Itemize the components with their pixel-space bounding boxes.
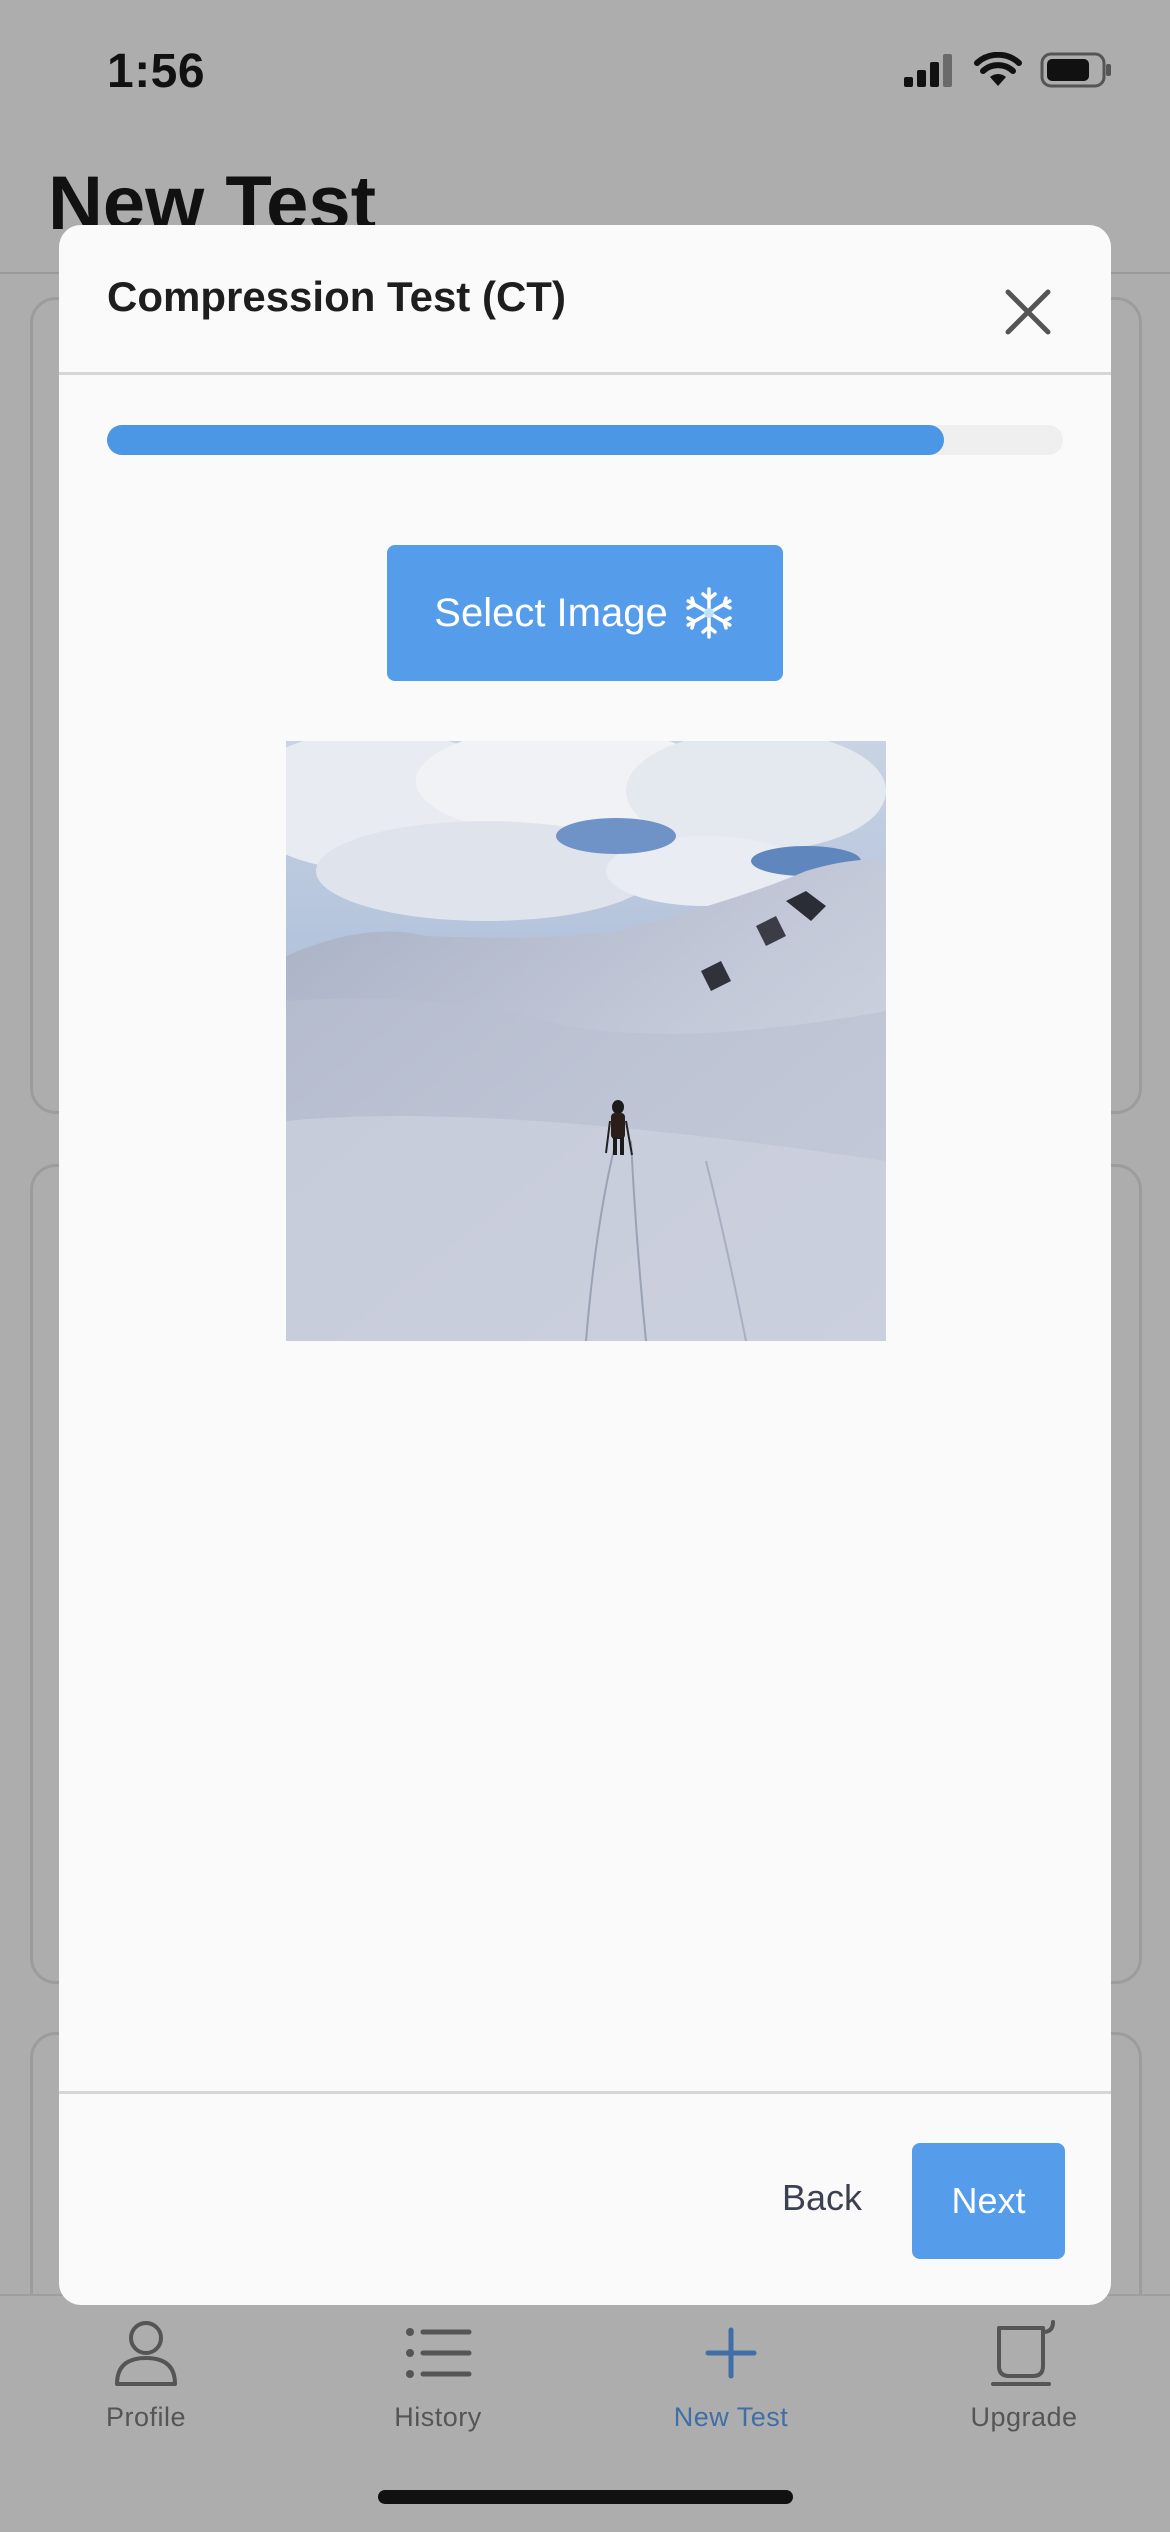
divider	[59, 2091, 1111, 2094]
next-button[interactable]: Next	[912, 2143, 1065, 2259]
signal-icon	[904, 54, 952, 87]
person-icon	[115, 2321, 177, 2386]
coffee-cup-icon	[991, 2320, 1055, 2386]
selected-image	[286, 741, 886, 1341]
back-button[interactable]: Back	[747, 2143, 897, 2253]
progress-bar	[107, 425, 1063, 455]
modal-header: Compression Test (CT)	[59, 225, 1111, 375]
tab-label: Profile	[105, 2402, 187, 2432]
tab-profile[interactable]: Profile	[26, 2318, 266, 2433]
select-image-label: Select Image	[434, 590, 668, 635]
screen: 1:56 New Test Profile History New Test U…	[0, 0, 1170, 2532]
progress-fill	[107, 425, 944, 455]
close-icon	[1005, 289, 1051, 335]
home-indicator	[378, 2490, 793, 2504]
snow-mountain-photo	[286, 741, 886, 1341]
snowflake-icon	[685, 587, 732, 639]
tab-new-test[interactable]: New Test	[611, 2318, 851, 2433]
tab-history[interactable]: History	[318, 2318, 558, 2433]
select-image-button[interactable]: Select Image	[387, 545, 783, 681]
wifi-icon	[974, 52, 1022, 86]
tab-label: New Test	[673, 2402, 789, 2432]
battery-icon	[1040, 52, 1111, 88]
modal-title: Compression Test (CT)	[107, 273, 566, 320]
status-bar: 1:56	[0, 0, 1170, 150]
list-icon	[406, 2328, 472, 2378]
tab-label: History	[394, 2402, 482, 2432]
status-icons	[904, 52, 1112, 88]
plus-icon	[705, 2327, 757, 2379]
tab-upgrade[interactable]: Upgrade	[904, 2318, 1144, 2433]
modal-dialog: Compression Test (CT) Select Image Back …	[59, 225, 1111, 2305]
close-button[interactable]	[999, 283, 1057, 341]
tab-label: Upgrade	[970, 2402, 1078, 2432]
status-time: 1:56	[107, 45, 206, 98]
